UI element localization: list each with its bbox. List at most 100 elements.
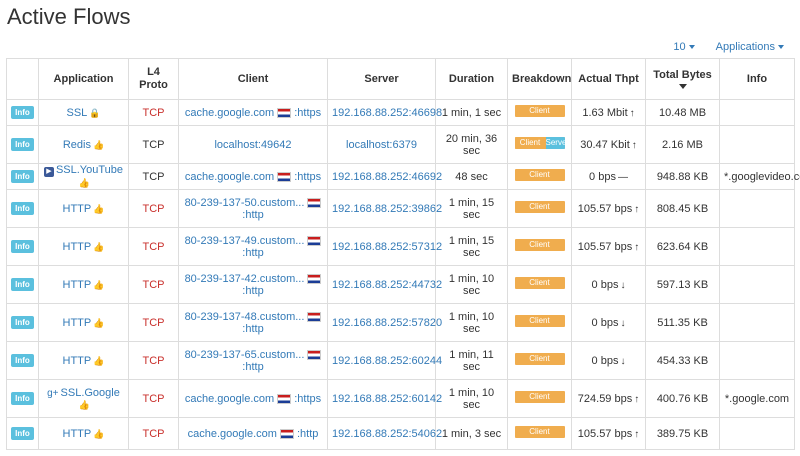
server-link[interactable]: 192.168.88.252:44732 (332, 279, 442, 291)
breakdown-bar: Client (514, 391, 565, 403)
client-link[interactable]: 80-239-137-65.custom... (185, 349, 305, 361)
youtube-icon: ▶ (43, 167, 54, 177)
server-link[interactable]: 192.168.88.252:57820 (332, 317, 442, 329)
application-link[interactable]: Redis (63, 139, 91, 151)
flows-table: Application L4 Proto Client Server Durat… (6, 58, 800, 450)
applications-dropdown[interactable]: Applications (716, 41, 784, 53)
breakdown-bar: Client (514, 169, 565, 181)
header-info[interactable]: Info (719, 58, 795, 100)
header-client[interactable]: Client (178, 58, 328, 100)
server-cell: 192.168.88.252:46692 (327, 163, 442, 190)
info-cell: Info (6, 189, 39, 228)
flag-icon (307, 349, 322, 360)
client-link[interactable]: 80-239-137-48.custom... (185, 311, 305, 323)
client-port[interactable]: :https (294, 171, 321, 183)
breakdown-bar: Client (514, 426, 565, 438)
application-link[interactable]: HTTP (63, 355, 92, 367)
client-link[interactable]: 80-239-137-49.custom... (185, 235, 305, 247)
header-server[interactable]: Server (327, 58, 436, 100)
thpt-value: 30.47 Kbit (580, 138, 630, 151)
breakdown-cell: Client (507, 189, 572, 228)
header-application[interactable]: Application (38, 58, 129, 100)
client-port[interactable]: :http (242, 285, 263, 297)
info-button[interactable]: Info (11, 427, 34, 440)
server-link[interactable]: localhost:6379 (346, 139, 417, 151)
application-link[interactable]: HTTP (63, 241, 92, 253)
breakdown-bar: Client (514, 239, 565, 251)
server-link[interactable]: 192.168.88.252:60142 (332, 393, 442, 405)
rows-per-page-dropdown[interactable]: 10 (673, 41, 695, 53)
client-port[interactable]: :http (242, 209, 263, 221)
thumbs-up-icon: 👍 (78, 399, 91, 410)
sort-desc-icon[interactable] (678, 84, 687, 89)
header-breakdown[interactable]: Breakdown (507, 58, 572, 100)
breakdown-cell: Client (507, 265, 572, 304)
application-link[interactable]: HTTP (63, 428, 92, 440)
thumbs-up-icon: 👍 (93, 279, 105, 290)
info-button[interactable]: Info (11, 138, 34, 151)
info-button[interactable]: Info (11, 354, 34, 367)
application-cell: HTTP 👍 (38, 189, 129, 228)
info-button[interactable]: Info (11, 392, 34, 405)
breakdown-cell: Client (507, 417, 572, 450)
info-button[interactable]: Info (11, 106, 34, 119)
arrow-up-icon: ↑ (634, 241, 640, 253)
client-link[interactable]: 80-239-137-50.custom... (185, 197, 305, 209)
table-row: Info HTTP 👍 TCP 80-239-137-65.custom... :htt… (6, 341, 795, 380)
client-port[interactable]: :https (294, 107, 321, 119)
client-link[interactable]: cache.google.com (185, 107, 274, 119)
thpt-cell: 0 bps — (571, 163, 646, 190)
server-link[interactable]: 192.168.88.252:46698 (332, 107, 442, 119)
server-cell: localhost:6379 (327, 125, 436, 164)
client-port[interactable]: :https (294, 393, 321, 405)
thpt-value: 105.57 bps (577, 240, 633, 253)
client-link[interactable]: cache.google.com (185, 393, 274, 405)
duration-cell: 1 min, 15 sec (435, 227, 508, 266)
client-link[interactable]: 80-239-137-42.custom... (185, 273, 305, 285)
application-link[interactable]: SSL (66, 107, 87, 119)
l4-proto-cell: TCP (128, 303, 179, 342)
info-button[interactable]: Info (11, 316, 34, 329)
application-cell: HTTP 👍 (38, 341, 129, 380)
info-button[interactable]: Info (11, 202, 34, 215)
client-port[interactable]: :http (242, 247, 263, 259)
info-button[interactable]: Info (11, 240, 34, 253)
server-link[interactable]: 192.168.88.252:54062 (332, 428, 442, 440)
flag-icon (307, 311, 322, 322)
application-link[interactable]: HTTP (63, 279, 92, 291)
client-link[interactable]: localhost:49642 (214, 139, 291, 151)
table-row: Info Redis 👍 TCP localhost:49642 localhost:63… (6, 125, 795, 164)
client-cell: 80-239-137-65.custom... :http (178, 341, 328, 380)
application-cell: HTTP 👍 (38, 303, 129, 342)
application-link[interactable]: SSL.YouTube (56, 164, 123, 176)
breakdown-bar: Client (514, 105, 565, 117)
client-link[interactable]: cache.google.com (188, 428, 277, 440)
server-cell: 192.168.88.252:54062 (327, 417, 442, 450)
info-cell: Info (6, 379, 39, 418)
flag-icon (277, 107, 292, 118)
application-link[interactable]: SSL.Google (61, 387, 120, 399)
header-l4-proto[interactable]: L4 Proto (128, 58, 179, 100)
server-link[interactable]: 192.168.88.252:39862 (332, 203, 442, 215)
l4-proto-cell: TCP (128, 189, 179, 228)
header-total-bytes[interactable]: Total Bytes (645, 58, 720, 100)
application-link[interactable]: HTTP (63, 317, 92, 329)
server-link[interactable]: 192.168.88.252:60244 (332, 355, 442, 367)
info-button[interactable]: Info (11, 278, 34, 291)
server-link[interactable]: 192.168.88.252:46692 (332, 171, 442, 183)
duration-cell: 1 min, 11 sec (435, 341, 508, 380)
thumbs-up-icon: 👍 (93, 355, 105, 366)
client-port[interactable]: :http (242, 323, 263, 335)
server-link[interactable]: 192.168.88.252:57312 (332, 241, 442, 253)
info-text-cell (719, 303, 795, 342)
client-cell: 80-239-137-48.custom... :http (178, 303, 328, 342)
thpt-value: 105.57 bps (577, 202, 633, 215)
application-link[interactable]: HTTP (63, 203, 92, 215)
header-badge (6, 58, 39, 100)
client-link[interactable]: cache.google.com (185, 171, 274, 183)
client-port[interactable]: :http (297, 428, 318, 440)
header-duration[interactable]: Duration (435, 58, 508, 100)
header-actual-thpt[interactable]: Actual Thpt (571, 58, 646, 100)
info-button[interactable]: Info (11, 170, 34, 183)
client-port[interactable]: :http (242, 361, 263, 373)
